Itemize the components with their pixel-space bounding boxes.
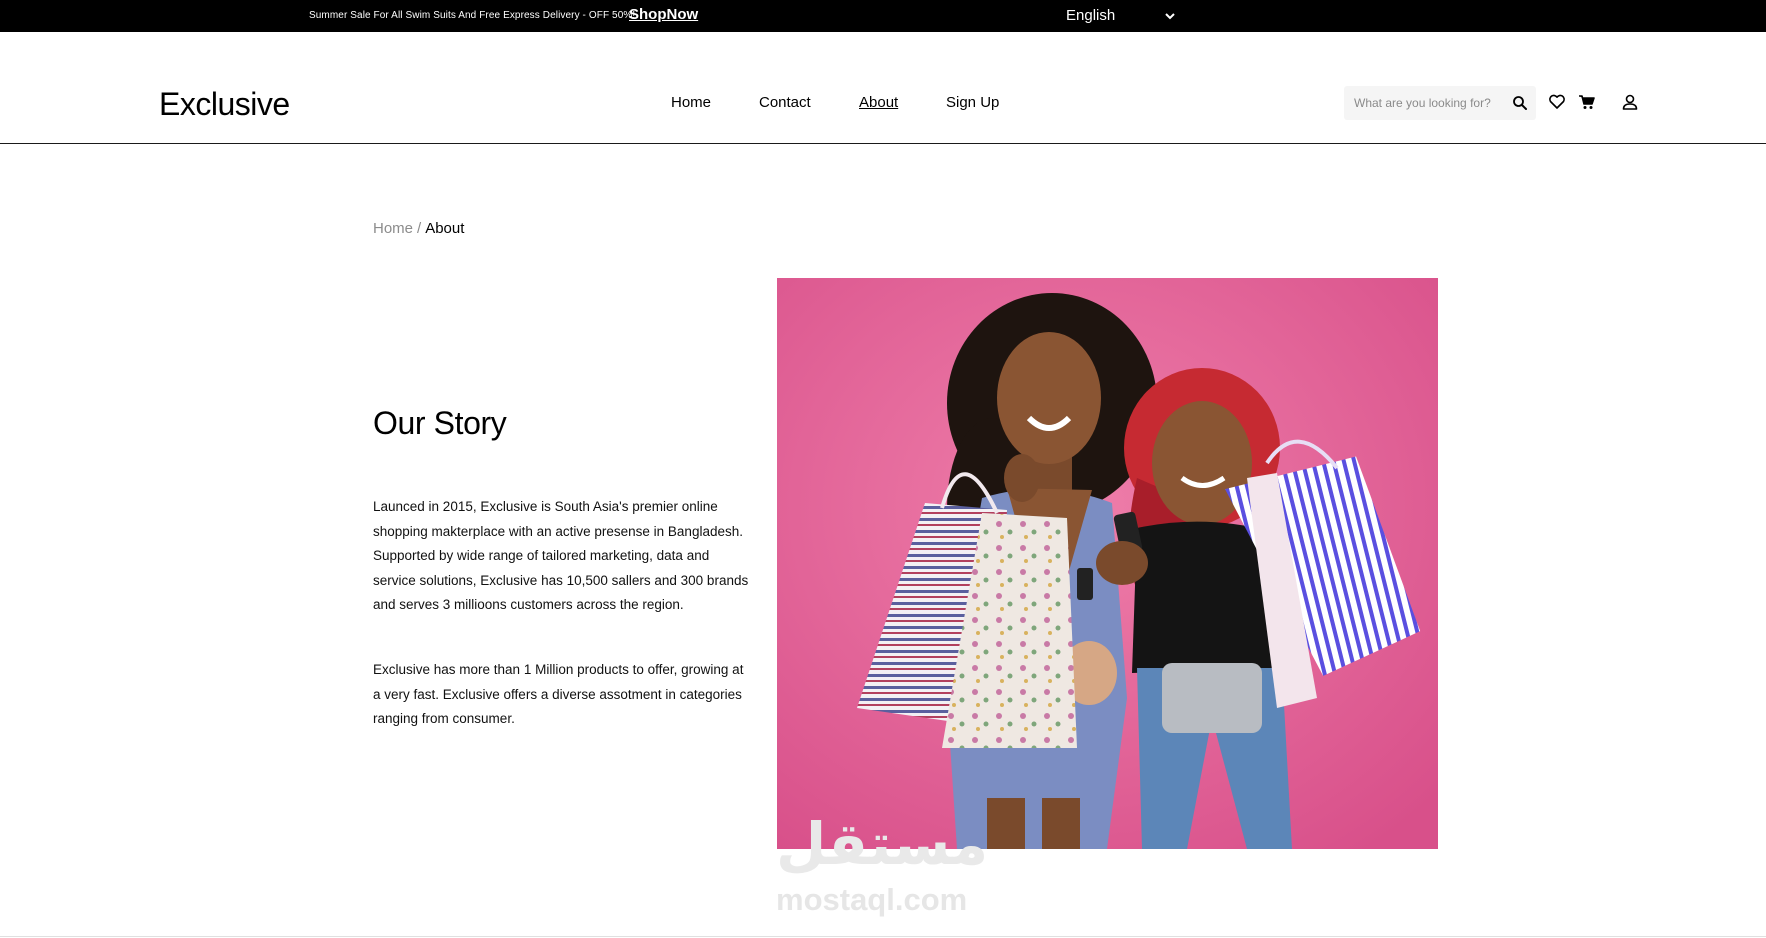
- about-page: Summer Sale For All Swim Suits And Free …: [0, 0, 1766, 938]
- language-select[interactable]: English: [1066, 7, 1176, 25]
- nav-sign-up[interactable]: Sign Up: [946, 94, 999, 111]
- story-paragraph-2: Exclusive has more than 1 Million produc…: [373, 662, 744, 726]
- search-icon[interactable]: [1512, 95, 1528, 111]
- breadcrumb: Home / About: [373, 220, 464, 237]
- nav-contact[interactable]: Contact: [759, 94, 811, 111]
- heart-icon[interactable]: [1547, 92, 1567, 112]
- logo[interactable]: Exclusive: [159, 86, 290, 123]
- breadcrumb-current: About: [425, 220, 465, 237]
- user-icon[interactable]: [1620, 92, 1640, 112]
- promo-text: Summer Sale For All Swim Suits And Free …: [309, 10, 636, 21]
- breadcrumb-home[interactable]: Home: [373, 220, 413, 237]
- search-box: [1344, 86, 1536, 120]
- story-paragraph-1: Launced in 2015, Exclusive is South Asia…: [373, 499, 749, 612]
- footer-divider: [0, 936, 1766, 937]
- announcement-bar: Summer Sale For All Swim Suits And Free …: [0, 0, 1766, 32]
- story-title: Our Story: [373, 405, 507, 441]
- language-label: English: [1066, 7, 1116, 24]
- shopping-women-photo: [777, 278, 1438, 849]
- watermark-arabic: مستقل: [776, 810, 989, 878]
- watermark-latin: mostaql.com: [776, 882, 968, 917]
- nav-about[interactable]: About: [859, 94, 898, 111]
- site-header: Exclusive Home Contact About Sign Up: [0, 32, 1766, 144]
- search-input[interactable]: [1354, 86, 1504, 120]
- nav-home[interactable]: Home: [671, 94, 711, 111]
- shop-now-link[interactable]: ShopNow: [629, 6, 698, 23]
- cart-icon[interactable]: [1577, 92, 1597, 112]
- breadcrumb-separator: /: [417, 220, 422, 237]
- chevron-down-icon: [1165, 13, 1175, 20]
